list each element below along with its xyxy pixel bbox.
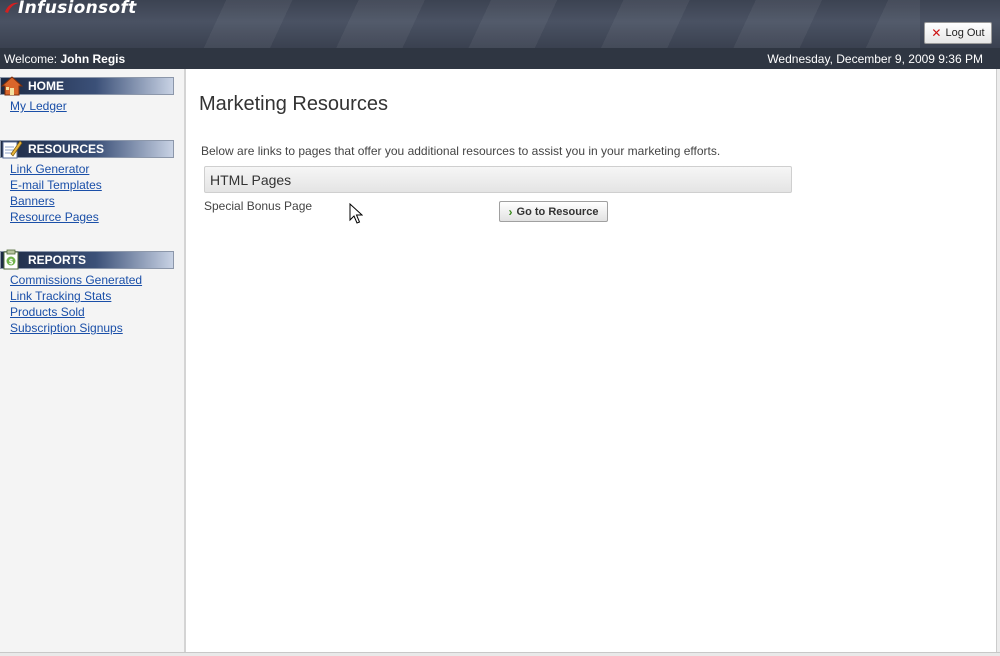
close-icon: ✕ bbox=[931, 26, 942, 40]
logo-text: Infusionsoft bbox=[18, 0, 137, 18]
sidebar-link-link-generator[interactable]: Link Generator bbox=[10, 161, 174, 177]
resource-name: Special Bonus Page bbox=[204, 199, 313, 213]
sidebar-section-header: RESOURCES bbox=[0, 140, 174, 159]
go-to-resource-button[interactable]: › Go to Resource bbox=[499, 201, 608, 222]
logo: Infusionsoft bbox=[4, 0, 137, 19]
house-icon bbox=[1, 76, 23, 96]
mouse-cursor-icon bbox=[349, 203, 363, 224]
logout-label: Log Out bbox=[945, 27, 985, 39]
sidebar-link-my-ledger[interactable]: My Ledger bbox=[10, 98, 174, 114]
window-right-edge bbox=[996, 69, 1000, 656]
sidebar-section-title: RESOURCES bbox=[28, 142, 105, 156]
sidebar-link-commissions-generated[interactable]: Commissions Generated bbox=[10, 272, 174, 288]
sidebar-section-title: REPORTS bbox=[28, 253, 87, 267]
sidebar-section-title: HOME bbox=[28, 79, 64, 93]
sidebar-links: My Ledger bbox=[0, 95, 174, 114]
sidebar-section-reports: $ REPORTS Commissions Generated Link Tra… bbox=[0, 249, 174, 336]
main-content: Marketing Resources Below are links to p… bbox=[186, 69, 996, 656]
money-report-icon: $ bbox=[3, 249, 19, 270]
sidebar-link-email-templates[interactable]: E-mail Templates bbox=[10, 177, 174, 193]
sidebar-section-header: HOME bbox=[0, 76, 174, 96]
logout-button[interactable]: ✕ Log Out bbox=[924, 22, 992, 44]
current-datetime: Wednesday, December 9, 2009 9:36 PM bbox=[767, 51, 983, 66]
app-header: Infusionsoft ✕ Log Out bbox=[0, 0, 1000, 48]
sidebar-links: Commissions Generated Link Tracking Stat… bbox=[0, 269, 174, 336]
page-title: Marketing Resources bbox=[199, 93, 388, 115]
sidebar-section-header: $ REPORTS bbox=[0, 249, 174, 270]
page-intro: Below are links to pages that offer you … bbox=[201, 144, 721, 158]
sidebar-link-products-sold[interactable]: Products Sold bbox=[10, 304, 174, 320]
sidebar-link-subscription-signups[interactable]: Subscription Signups bbox=[10, 320, 174, 336]
go-to-resource-label: Go to Resource bbox=[516, 205, 599, 218]
sidebar-link-link-tracking-stats[interactable]: Link Tracking Stats bbox=[10, 288, 174, 304]
header-decoration bbox=[160, 0, 920, 48]
user-name: John Regis bbox=[60, 51, 126, 66]
welcome-bar: Welcome: John Regis Wednesday, December … bbox=[0, 48, 1000, 69]
resource-group-title: HTML Pages bbox=[210, 171, 292, 188]
welcome-prefix: Welcome: bbox=[4, 51, 58, 66]
sidebar-links: Link Generator E-mail Templates Banners … bbox=[0, 158, 174, 225]
sidebar-link-resource-pages[interactable]: Resource Pages bbox=[10, 209, 174, 225]
sidebar-section-home: HOME My Ledger bbox=[0, 76, 174, 114]
notepad-pencil-icon bbox=[2, 140, 23, 159]
sidebar-link-banners[interactable]: Banners bbox=[10, 193, 174, 209]
chevron-right-icon: › bbox=[508, 204, 513, 219]
resource-group-header: HTML Pages bbox=[204, 166, 792, 193]
sidebar: HOME My Ledger RESOURCES Link Generator … bbox=[0, 69, 186, 656]
window-bottom-edge bbox=[0, 652, 1000, 656]
sidebar-section-resources: RESOURCES Link Generator E-mail Template… bbox=[0, 140, 174, 225]
svg-text:$: $ bbox=[9, 258, 14, 266]
welcome-text: Welcome: John Regis bbox=[4, 52, 125, 66]
